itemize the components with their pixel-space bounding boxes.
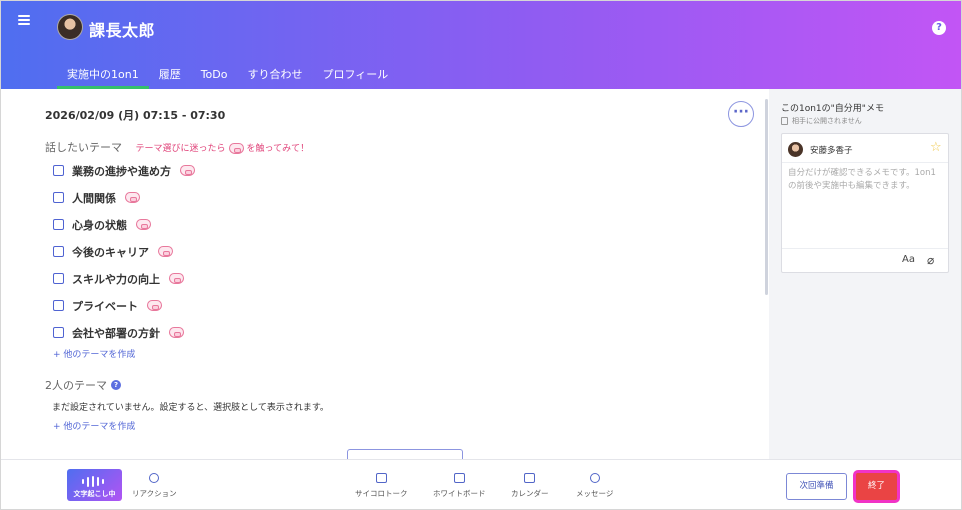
dice-icon — [375, 473, 387, 483]
memo-card: 安藤多香子 ☆ 自分だけが確認できるメモです。1on1の前後や実施中も編集できま… — [781, 133, 949, 273]
theme-item[interactable]: 今後のキャリア — [53, 238, 198, 265]
user-name: 課長太郎 — [89, 21, 156, 40]
pig-icon[interactable] — [136, 219, 151, 230]
add-theme-link[interactable]: + 他のテーマを作成 — [53, 347, 135, 360]
add-shared-theme-link[interactable]: + 他のテーマを作成 — [53, 419, 135, 432]
partially-hidden-button[interactable] — [347, 449, 463, 459]
theme-item[interactable]: 心身の状態 — [53, 211, 198, 238]
header-bar: 課長太郎 ? 実施中の1on1 履歴 ToDo すり合わせ プロフィール — [1, 1, 961, 89]
tab-alignment[interactable]: すり合わせ — [237, 67, 312, 89]
tab-todo[interactable]: ToDo — [191, 67, 238, 89]
tab-bar: 実施中の1on1 履歴 ToDo すり合わせ プロフィール — [57, 67, 398, 89]
text-format-icon[interactable]: Aa — [902, 254, 915, 265]
theme-label: 会社や部署の方針 — [72, 326, 160, 340]
calendar-icon — [524, 473, 536, 483]
tab-profile[interactable]: プロフィール — [312, 67, 398, 89]
message-label: メッセージ — [576, 489, 614, 498]
footer-toolbar: 文字起こし中 リアクション サイコロトーク ホワイトボード カレンダー メッセー… — [1, 459, 961, 509]
calendar-label: カレンダー — [511, 489, 549, 498]
pig-icon[interactable] — [169, 327, 184, 338]
scrollbar[interactable] — [765, 99, 768, 295]
theme-checkbox[interactable] — [53, 165, 64, 176]
app-window: 課長太郎 ? 実施中の1on1 履歴 ToDo すり合わせ プロフィール 202… — [0, 0, 962, 510]
theme-checkbox[interactable] — [53, 273, 64, 284]
memo-toolbar: Aa ⌀ — [782, 248, 948, 272]
theme-item[interactable]: 会社や部署の方針 — [53, 319, 198, 346]
whiteboard-button[interactable]: ホワイトボード — [433, 473, 486, 499]
theme-list: 業務の進捗や進め方 人間関係 心身の状態 今後のキャリア スキルや力の向上 プラ… — [53, 157, 198, 346]
tab-history[interactable]: 履歴 — [149, 67, 191, 89]
theme-label: スキルや力の向上 — [72, 272, 160, 286]
shared-themes-heading: 2人のテーマ? — [45, 377, 121, 393]
end-button[interactable]: 終了 — [853, 470, 900, 503]
document-icon — [781, 117, 788, 125]
theme-checkbox[interactable] — [53, 219, 64, 230]
transcribe-button[interactable]: 文字起こし中 — [67, 469, 122, 501]
pig-icon[interactable] — [125, 192, 140, 203]
pig-icon[interactable] — [180, 165, 195, 176]
pig-icon[interactable] — [147, 300, 162, 311]
theme-label: 心身の状態 — [72, 218, 127, 232]
divider — [782, 162, 948, 163]
main-panel: 2026/02/09 (月) 07:15 - 07:30 ··· 話したいテーマ… — [1, 89, 769, 459]
shared-themes-empty-text: まだ設定されていません。設定すると、選択肢として表示されます。 — [52, 403, 329, 413]
pig-icon[interactable] — [169, 273, 184, 284]
question-icon[interactable]: ? — [111, 380, 121, 390]
whiteboard-label: ホワイトボード — [433, 489, 486, 498]
theme-checkbox[interactable] — [53, 192, 64, 203]
avatar[interactable] — [57, 14, 83, 40]
theme-item[interactable]: スキルや力の向上 — [53, 265, 198, 292]
pig-icon[interactable] — [158, 246, 173, 257]
memo-panel: この1on1の"自分用"メモ 相手に公開されません 安藤多香子 ☆ 自分だけが確… — [769, 89, 961, 459]
calendar-button[interactable]: カレンダー — [511, 473, 549, 499]
next-prep-button[interactable]: 次回準備 — [786, 473, 847, 500]
themes-heading: 話したいテーマ テーマ選びに迷ったら を触ってみて！ — [45, 139, 309, 155]
themes-title: 話したいテーマ — [45, 141, 122, 154]
reaction-button[interactable]: リアクション — [132, 473, 177, 499]
dice-label: サイコロトーク — [355, 489, 408, 498]
theme-item[interactable]: 業務の進捗や進め方 — [53, 157, 198, 184]
hamburger-menu-icon[interactable] — [18, 15, 30, 25]
message-button[interactable]: メッセージ — [576, 473, 613, 499]
reaction-label: リアクション — [132, 489, 177, 498]
memo-title: この1on1の"自分用"メモ — [781, 104, 884, 114]
tab-current-1on1[interactable]: 実施中の1on1 — [57, 67, 149, 89]
theme-item[interactable]: プライベート — [53, 292, 198, 319]
audio-wave-icon — [82, 476, 104, 487]
memo-textarea[interactable]: 自分だけが確認できるメモです。1on1の前後や実施中も編集できます。 — [788, 167, 944, 193]
theme-label: プライベート — [72, 299, 138, 313]
theme-label: 業務の進捗や進め方 — [72, 164, 171, 178]
theme-checkbox[interactable] — [53, 327, 64, 338]
help-icon[interactable]: ? — [932, 21, 946, 35]
theme-hint-suffix: を触ってみて！ — [246, 144, 310, 154]
theme-checkbox[interactable] — [53, 246, 64, 257]
theme-checkbox[interactable] — [53, 300, 64, 311]
transcribe-label: 文字起こし中 — [73, 490, 116, 498]
theme-hint: テーマ選びに迷ったら を触ってみて！ — [135, 143, 310, 154]
star-icon[interactable]: ☆ — [930, 140, 942, 155]
theme-label: 今後のキャリア — [72, 245, 149, 259]
memo-privacy-note: 相手に公開されません — [781, 116, 862, 126]
smiley-icon — [149, 473, 160, 483]
theme-label: 人間関係 — [72, 191, 116, 205]
chat-bubble-icon — [589, 473, 600, 483]
whiteboard-icon — [453, 473, 465, 483]
memo-subtitle: 相手に公開されません — [792, 117, 862, 125]
partner-name: 安藤多香子 — [810, 146, 853, 156]
pig-icon[interactable] — [228, 143, 244, 154]
more-options-button[interactable]: ··· — [728, 101, 754, 127]
dice-talk-button[interactable]: サイコロトーク — [355, 473, 408, 499]
shared-themes-title: 2人のテーマ — [45, 379, 107, 392]
partner-avatar — [788, 142, 803, 157]
theme-hint-prefix: テーマ選びに迷ったら — [135, 144, 226, 154]
attachment-icon[interactable]: ⌀ — [927, 253, 934, 267]
session-datetime: 2026/02/09 (月) 07:15 - 07:30 — [45, 109, 226, 122]
theme-item[interactable]: 人間関係 — [53, 184, 198, 211]
